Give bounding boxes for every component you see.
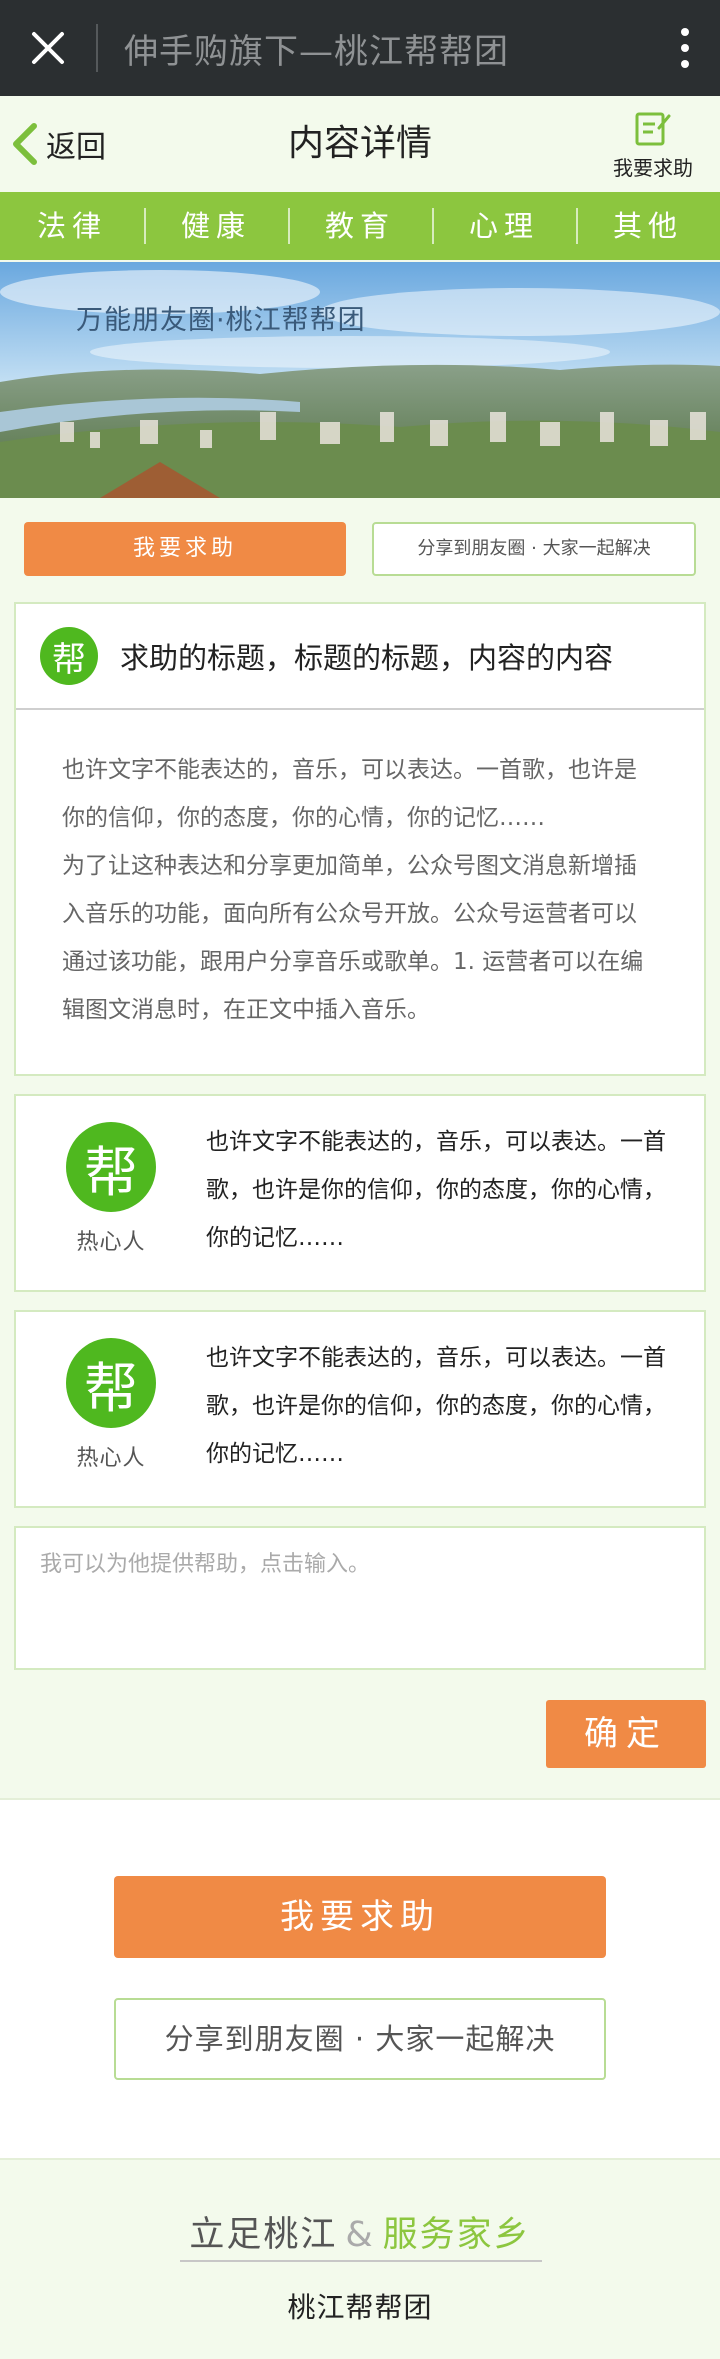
slogan-left: 立足桃江 bbox=[189, 2215, 338, 2255]
city-banner: 万能朋友圈·桃江帮帮团 bbox=[0, 262, 720, 498]
question-body: 也许文字不能表达的，音乐，可以表达。一首歌，也许是你的信仰，你的态度，你的心情，… bbox=[16, 710, 704, 1034]
slogan-right: 服务家乡 bbox=[382, 2215, 531, 2255]
reply-text: 也许文字不能表达的，音乐，可以表达。一首歌，也许是你的信仰，你的态度，你的心情，… bbox=[206, 1129, 666, 1251]
footer-brand: 桃江帮帮团 bbox=[287, 2291, 433, 2324]
topbar-divider bbox=[96, 24, 98, 72]
bang-badge-icon: 帮 bbox=[40, 627, 98, 685]
banner-caption: 万能朋友圈·桃江帮帮团 bbox=[76, 305, 366, 336]
footer-slogan: 立足桃江 & 服务家乡 bbox=[0, 2206, 720, 2257]
reply-card: 帮 热心人 也许文字不能表达的，音乐，可以表达。一首歌，也许是你的信仰，你的态度… bbox=[14, 1310, 706, 1508]
more-button[interactable] bbox=[650, 0, 720, 96]
tab-education[interactable]: 教育 bbox=[288, 208, 432, 244]
close-button[interactable] bbox=[0, 0, 96, 96]
footer-divider bbox=[180, 2260, 542, 2262]
tab-law[interactable]: 法律 bbox=[0, 208, 144, 244]
edit-note-icon bbox=[635, 112, 671, 146]
question-paragraph: 为了让这种表达和分享更加简单，公众号图文消息新增插入音乐的功能，面向所有公众号开… bbox=[62, 853, 644, 1023]
bang-avatar-icon: 帮 bbox=[66, 1338, 156, 1428]
question-title: 求助的标题，标题的标题，内容的内容 bbox=[120, 641, 614, 675]
bang-avatar-icon: 帮 bbox=[66, 1122, 156, 1212]
reply-input[interactable] bbox=[40, 1546, 680, 1650]
slogan-ampersand: & bbox=[345, 2215, 375, 2255]
reply-avatar: 帮 热心人 bbox=[56, 1122, 166, 1256]
reply-card: 帮 热心人 也许文字不能表达的，音乐，可以表达。一首歌，也许是你的信仰，你的态度… bbox=[14, 1094, 706, 1292]
reply-avatar: 帮 热心人 bbox=[56, 1338, 166, 1472]
bottom-actions: 我要求助 分享到朋友圈 · 大家一起解决 bbox=[0, 1798, 720, 2160]
tab-other[interactable]: 其他 bbox=[576, 208, 720, 244]
reply-text: 也许文字不能表达的，音乐，可以表达。一首歌，也许是你的信仰，你的态度，你的心情，… bbox=[206, 1345, 666, 1467]
help-request-label: 我要求助 bbox=[613, 156, 693, 180]
seek-help-button[interactable]: 我要求助 bbox=[24, 522, 346, 576]
help-request-button[interactable]: 我要求助 bbox=[608, 108, 698, 181]
footer: 立足桃江 & 服务家乡 桃江帮帮团 bbox=[0, 2160, 720, 2359]
top-bar: 伸手购旗下—桃江帮帮团 bbox=[0, 0, 720, 96]
share-moments-button-large[interactable]: 分享到朋友圈 · 大家一起解决 bbox=[114, 1998, 606, 2080]
question-card: 帮 求助的标题，标题的标题，内容的内容 也许文字不能表达的，音乐，可以表达。一首… bbox=[14, 602, 706, 1076]
more-vertical-icon bbox=[681, 28, 689, 68]
question-paragraph: 也许文字不能表达的，音乐，可以表达。一首歌，也许是你的信仰，你的态度，你的心情，… bbox=[62, 757, 637, 831]
page-header: 返回 内容详情 我要求助 bbox=[0, 96, 720, 192]
tab-psychology[interactable]: 心理 bbox=[432, 208, 576, 244]
reply-author: 热心人 bbox=[76, 1446, 146, 1471]
window-title: 伸手购旗下—桃江帮帮团 bbox=[124, 31, 509, 72]
category-tabs: 法律 健康 教育 心理 其他 bbox=[0, 192, 720, 260]
tab-health[interactable]: 健康 bbox=[144, 208, 288, 244]
reply-author: 热心人 bbox=[76, 1230, 146, 1255]
reply-input-box bbox=[14, 1526, 706, 1670]
question-header: 帮 求助的标题，标题的标题，内容的内容 bbox=[16, 604, 704, 710]
seek-help-button-large[interactable]: 我要求助 bbox=[114, 1876, 606, 1958]
close-icon bbox=[32, 32, 64, 64]
share-moments-button[interactable]: 分享到朋友圈 · 大家一起解决 bbox=[372, 522, 696, 576]
confirm-button[interactable]: 确定 bbox=[546, 1700, 706, 1768]
